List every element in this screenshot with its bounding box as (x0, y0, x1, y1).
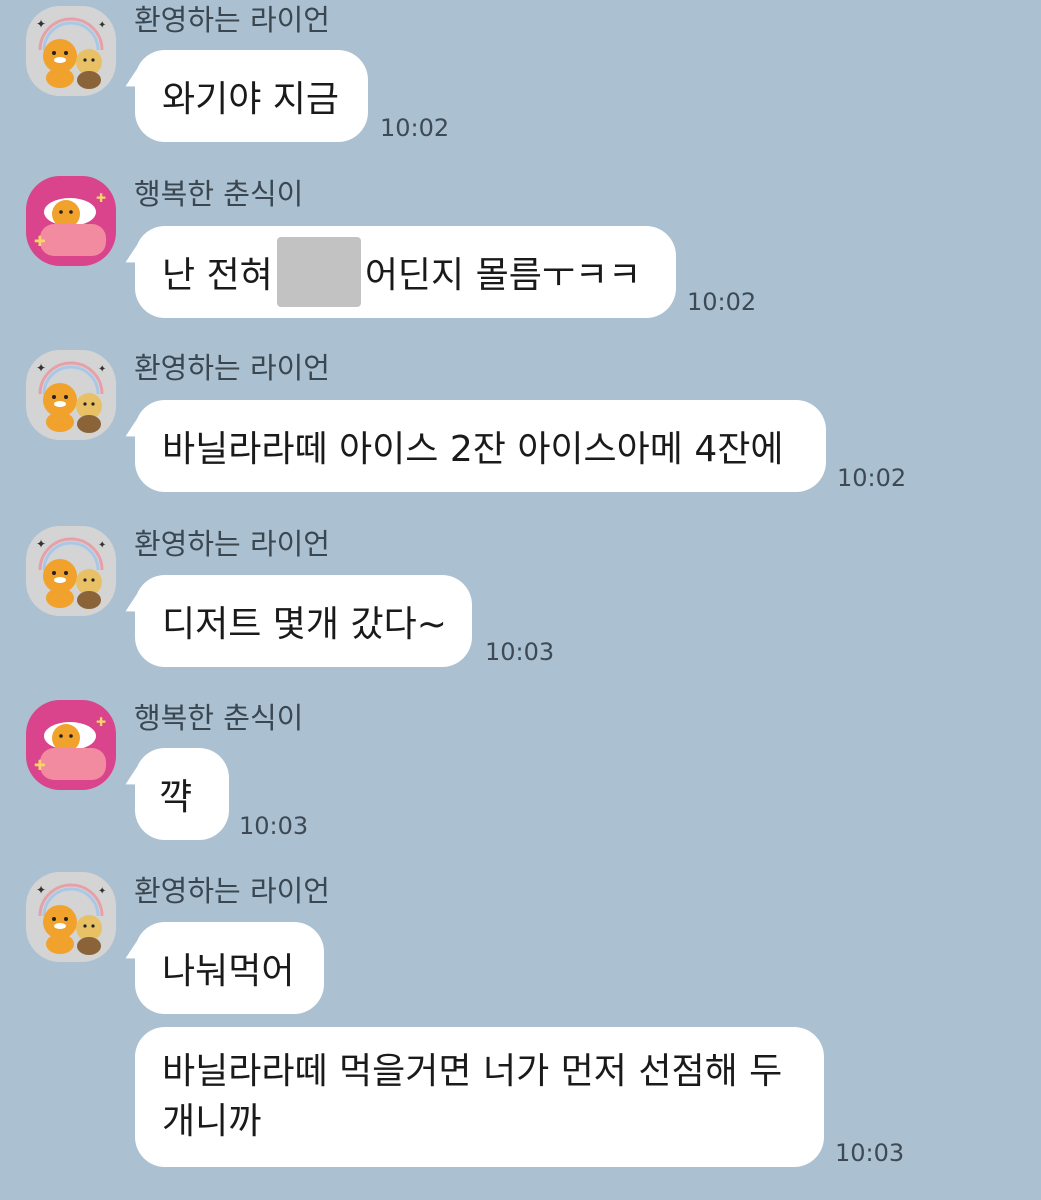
message-text: 어딘지 몰름ㅜㅋㅋ (364, 255, 642, 296)
message-time: 10:02 (687, 288, 757, 316)
svg-text:✚: ✚ (34, 234, 46, 250)
message-text-line: 개니까 (162, 1101, 262, 1142)
redacted-text-block (276, 237, 361, 307)
message-time: 10:02 (837, 464, 907, 492)
svg-text:✦: ✦ (98, 364, 106, 375)
ryan-rainbow-icon: ✦ ✦ (26, 872, 116, 962)
svg-text:✚: ✚ (96, 715, 106, 729)
profile-avatar-choonsik[interactable]: ✚ ✚ (26, 700, 116, 790)
message-bubble[interactable]: 바닐라라떼 먹을거면 너가 먼저 선점해 두 개니까 (135, 1027, 824, 1167)
svg-text:✦: ✦ (36, 361, 46, 375)
message-text: 디저트 몇개 갔다~ (162, 604, 447, 645)
message-bubble[interactable]: 바닐라라떼 아이스 2잔 아이스아메 4잔에 (135, 400, 826, 492)
message-time: 10:03 (835, 1139, 905, 1167)
choonsik-bed-icon: ✚ ✚ (26, 700, 116, 790)
chat-room: ✦ ✦ 환영하는 라이언 와기야 지금 10:02 ✚ ✚ 행복한 춘식이 난 … (0, 0, 1041, 1200)
profile-avatar-ryan[interactable]: ✦ ✦ (26, 872, 116, 962)
sender-name: 행복한 춘식이 (134, 701, 304, 735)
message-bubble[interactable]: 디저트 몇개 갔다~ (135, 575, 472, 667)
message-bubble[interactable]: 나눠먹어 (135, 922, 324, 1014)
svg-text:✦: ✦ (98, 886, 106, 897)
profile-avatar-ryan[interactable]: ✦ ✦ (26, 6, 116, 96)
profile-avatar-choonsik[interactable]: ✚ ✚ (26, 176, 116, 266)
sender-name: 환영하는 라이언 (134, 527, 330, 561)
sender-name: 환영하는 라이언 (134, 351, 330, 385)
message-text: 나눠먹어 (162, 951, 295, 992)
svg-text:✦: ✦ (98, 20, 106, 31)
sender-name: 환영하는 라이언 (134, 874, 330, 908)
choonsik-bed-icon: ✚ ✚ (26, 176, 116, 266)
ryan-rainbow-icon: ✦ ✦ (26, 350, 116, 440)
message-time: 10:02 (380, 114, 450, 142)
message-time: 10:03 (239, 812, 309, 840)
message-bubble[interactable]: 난 전혀 어딘지 몰름ㅜㅋㅋ (135, 226, 676, 318)
message-bubble[interactable]: 와기야 지금 (135, 50, 368, 142)
svg-text:✦: ✦ (36, 883, 46, 897)
message-text: 바닐라라떼 아이스 2잔 아이스아메 4잔에 (162, 429, 784, 470)
sender-name: 행복한 춘식이 (134, 177, 304, 211)
message-text-line: 바닐라라떼 먹을거면 너가 먼저 선점해 두 (162, 1051, 783, 1092)
svg-text:✦: ✦ (98, 540, 106, 551)
message-time: 10:03 (485, 638, 555, 666)
message-bubble[interactable]: 꺅 (135, 748, 229, 840)
svg-text:✚: ✚ (96, 191, 106, 205)
message-text: 와기야 지금 (162, 79, 340, 120)
sender-name: 환영하는 라이언 (134, 3, 330, 37)
svg-text:✦: ✦ (36, 537, 46, 551)
ryan-rainbow-icon: ✦ ✦ (26, 6, 116, 96)
profile-avatar-ryan[interactable]: ✦ ✦ (26, 350, 116, 440)
message-text: 꺅 (159, 777, 193, 818)
svg-text:✚: ✚ (34, 758, 46, 774)
ryan-rainbow-icon: ✦ ✦ (26, 526, 116, 616)
profile-avatar-ryan[interactable]: ✦ ✦ (26, 526, 116, 616)
message-text: 난 전혀 (162, 255, 273, 296)
svg-text:✦: ✦ (36, 17, 46, 31)
